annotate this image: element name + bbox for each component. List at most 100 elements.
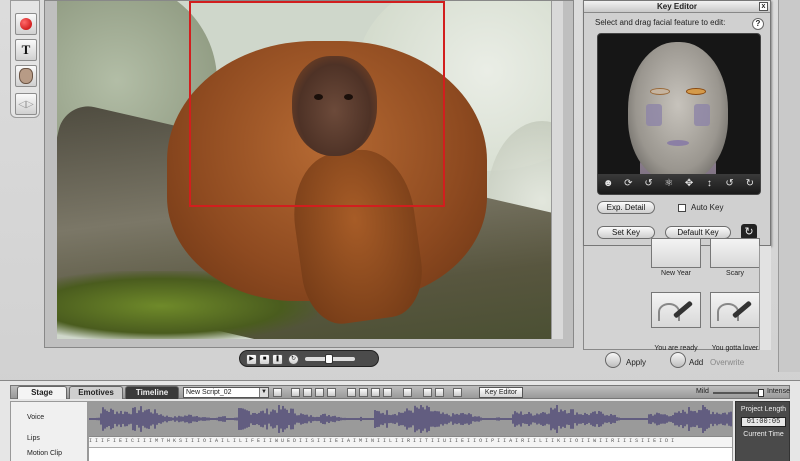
stage-photo[interactable] — [57, 1, 563, 339]
delete-icon[interactable] — [327, 388, 336, 397]
left-eye-region[interactable] — [650, 88, 670, 95]
project-info: Project Length 01:00:05 Current Time — [735, 401, 790, 461]
track-labels: Voice Lips Motion Clip — [10, 401, 88, 461]
gallery-item[interactable] — [651, 238, 701, 268]
mouth-region[interactable] — [667, 140, 689, 146]
link-icon[interactable] — [347, 388, 356, 397]
add-button[interactable]: Add — [689, 358, 703, 367]
cut-icon[interactable] — [291, 388, 300, 397]
key-editor-title: Key Editor x — [584, 1, 770, 13]
exp-detail-button[interactable]: Exp. Detail — [597, 201, 655, 214]
timeline-panel: Stage Emotives Timeline New Script_02 ▼ … — [0, 380, 800, 461]
sound-icon[interactable] — [359, 388, 368, 397]
face-3d-view[interactable]: ☻ ⟳ ↺ ⚛ ✥ ↕ ↺ ↻ — [597, 33, 761, 195]
right-eye-region[interactable] — [686, 88, 706, 95]
emotives-gallery: New Year Scary You are ready You gotta l… — [583, 238, 771, 352]
face-mesh[interactable] — [628, 42, 728, 182]
project-length-label: Project Length — [740, 406, 787, 413]
timeline-toolbar: Stage Emotives Timeline New Script_02 ▼ … — [10, 385, 790, 399]
gallery-item-label: Scary — [726, 270, 744, 277]
auto-key-checkbox[interactable] — [678, 204, 686, 212]
play-button[interactable]: ▶ — [246, 354, 257, 365]
apply-icon[interactable] — [605, 352, 621, 368]
gallery-item[interactable] — [710, 292, 760, 328]
tab-stage[interactable]: Stage — [17, 386, 67, 399]
app-window: T ◁▷ ▶ ■ ❚ ↻ Key Editor x Select and dra… — [0, 0, 800, 461]
head-icon[interactable]: ☻ — [602, 178, 614, 190]
folder-icon[interactable] — [453, 388, 462, 397]
trim-icon[interactable] — [371, 388, 380, 397]
voice-waveform — [89, 405, 732, 433]
intense-label: Intense — [767, 388, 790, 395]
right-cheek-region[interactable] — [694, 104, 710, 126]
stage-viewport — [44, 0, 574, 348]
mild-label: Mild — [696, 388, 709, 395]
chevron-down-icon[interactable]: ▼ — [259, 388, 268, 397]
record-icon — [20, 18, 32, 30]
pause-button[interactable]: ❚ — [272, 354, 283, 365]
loop-button[interactable]: ↻ — [288, 354, 299, 365]
timeline-tracks[interactable]: I I I F I E I C I I I M T H K S I I I O … — [88, 401, 733, 461]
set-key-button[interactable]: Set Key — [597, 226, 655, 239]
gallery-actions: Apply Add Overwrite — [583, 350, 771, 372]
key-editor-toggle[interactable]: Key Editor — [479, 387, 523, 398]
track-label-voice: Voice — [27, 414, 45, 421]
lips-track[interactable]: I I I F I E I C I I I M T H K S I I I O … — [89, 436, 732, 447]
side-panel-edge — [778, 0, 800, 372]
close-icon[interactable]: x — [759, 2, 768, 11]
left-cheek-region[interactable] — [646, 104, 662, 126]
record-button[interactable] — [15, 13, 37, 35]
move-icon[interactable]: ✥ — [683, 178, 695, 190]
track-label-lips: Lips — [27, 435, 40, 442]
gallery-item[interactable] — [710, 238, 760, 268]
paste-icon[interactable] — [315, 388, 324, 397]
zoom-icon[interactable] — [383, 388, 392, 397]
text-tool-button[interactable]: T — [15, 39, 37, 61]
gallery-scrollbar[interactable] — [759, 246, 771, 350]
volume-knob[interactable] — [325, 354, 333, 364]
add-icon[interactable] — [670, 352, 686, 368]
voice-track[interactable] — [89, 402, 732, 436]
face-toolbar: ☻ ⟳ ↺ ⚛ ✥ ↕ ↺ ↻ — [598, 174, 760, 194]
auto-key-label: Auto Key — [691, 203, 724, 212]
bone-icon[interactable]: ⚛ — [663, 178, 675, 190]
track-label-motion-clip: Motion Clip — [27, 450, 63, 457]
undo-icon[interactable]: ↺ — [643, 178, 655, 190]
overwrite-button[interactable]: Overwrite — [710, 358, 744, 367]
face-icon — [19, 68, 33, 84]
gallery-item[interactable] — [651, 292, 701, 328]
script-select-value: New Script_02 — [186, 389, 232, 396]
transport-bar: ▶ ■ ❚ ↻ — [44, 346, 574, 372]
playback-controls: ▶ ■ ❚ ↻ — [239, 350, 379, 367]
tab-emotives[interactable]: Emotives — [69, 386, 123, 399]
list-icon[interactable] — [435, 388, 444, 397]
stop-button[interactable]: ■ — [259, 354, 270, 365]
key-editor-title-text: Key Editor — [656, 2, 697, 11]
rotate-head-icon[interactable]: ⟳ — [622, 178, 634, 190]
tab-timeline[interactable]: Timeline — [125, 386, 179, 399]
copy-icon[interactable] — [303, 388, 312, 397]
intensity-slider[interactable] — [713, 389, 764, 397]
apply-button[interactable]: Apply — [626, 358, 646, 367]
project-length-value: 01:00:05 — [741, 417, 786, 427]
camera-icon[interactable] — [273, 388, 282, 397]
undo-icon[interactable]: ↺ — [724, 178, 736, 190]
split-icon: ◁▷ — [18, 98, 34, 110]
face-selection-box[interactable] — [189, 1, 445, 207]
grid-icon[interactable] — [423, 388, 432, 397]
key-editor-panel: Key Editor x Select and drag facial feat… — [583, 0, 771, 246]
volume-slider[interactable] — [305, 354, 355, 364]
motion-clip-track[interactable] — [89, 447, 732, 461]
key-editor-instruction: Select and drag facial feature to edit: — [595, 18, 726, 27]
tool-strip: T ◁▷ — [10, 0, 40, 118]
help-icon[interactable]: ? — [752, 18, 764, 30]
redo-icon[interactable]: ↻ — [744, 178, 756, 190]
music-icon[interactable] — [403, 388, 412, 397]
intensity-knob[interactable] — [757, 389, 764, 397]
stage-scrollbar[interactable] — [551, 1, 563, 339]
split-tool-button[interactable]: ◁▷ — [15, 93, 37, 115]
script-select[interactable]: New Script_02 ▼ — [183, 387, 269, 398]
down-arrow-icon[interactable]: ↕ — [703, 178, 715, 190]
face-tool-button[interactable] — [15, 65, 37, 87]
gallery-item-label: New Year — [661, 270, 691, 277]
